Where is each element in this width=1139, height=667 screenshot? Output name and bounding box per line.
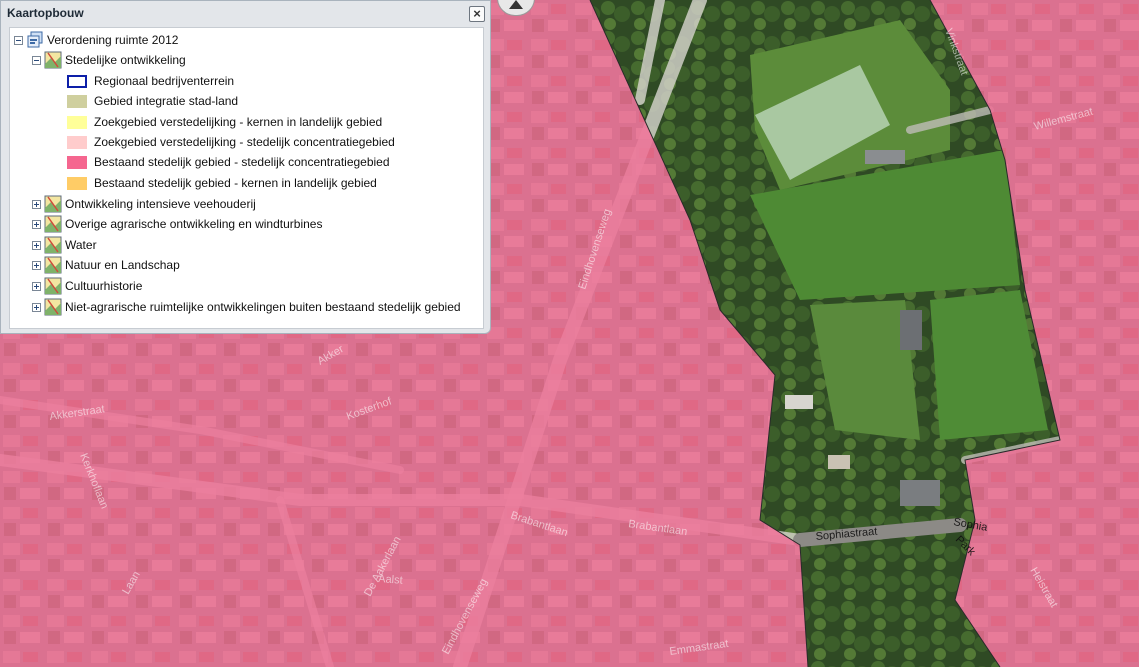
layer-overige-agrarische-ontwikkeling[interactable]: Overige agrarische ontwikkeling en windt… bbox=[32, 214, 322, 234]
legend-label: Bestaand stedelijk gebied - stedelijk co… bbox=[94, 155, 390, 169]
legend-label: Zoekgebied verstedelijking - kernen in l… bbox=[94, 115, 383, 129]
layer-map-icon bbox=[44, 256, 62, 274]
layer-ontwikkeling-intensieve-veehouderij[interactable]: Ontwikkeling intensieve veehouderij bbox=[32, 194, 256, 214]
close-button[interactable]: × bbox=[469, 6, 485, 22]
layer-stedelijke-ontwikkeling[interactable]: Stedelijke ontwikkeling bbox=[32, 50, 186, 70]
layer-label: Natuur en Landschap bbox=[65, 258, 180, 272]
layer-label: Ontwikkeling intensieve veehouderij bbox=[65, 197, 256, 211]
layer-label: Water bbox=[65, 238, 97, 252]
legend-item: Gebied integratie stad-land bbox=[67, 91, 238, 111]
expand-toggle-icon[interactable] bbox=[32, 260, 41, 270]
tree-root[interactable]: Verordening ruimte 2012 bbox=[14, 30, 178, 50]
arrow-up-icon bbox=[509, 0, 523, 9]
layer-niet-agrarische-ontwikkelingen[interactable]: Niet-agrarische ruimtelijke ontwikkeling… bbox=[32, 297, 461, 317]
layer-water[interactable]: Water bbox=[32, 235, 97, 255]
layer-panel: Kaartopbouw × Verordening ruimte 2012 St… bbox=[0, 0, 491, 334]
layer-map-icon bbox=[44, 236, 62, 254]
expand-toggle-icon[interactable] bbox=[32, 302, 41, 312]
legend-item: Bestaand stedelijk gebied - kernen in la… bbox=[67, 173, 377, 193]
layer-map-icon bbox=[44, 51, 62, 69]
expand-toggle-icon[interactable] bbox=[32, 240, 41, 250]
legend-item: Zoekgebied verstedelijking - kernen in l… bbox=[67, 112, 382, 132]
legend-swatch bbox=[67, 74, 87, 88]
panel-header: Kaartopbouw × bbox=[1, 1, 490, 27]
layer-label: Overige agrarische ontwikkeling en windt… bbox=[65, 217, 323, 231]
legend-swatch bbox=[67, 115, 87, 129]
legend-swatch bbox=[67, 176, 87, 190]
legend-label: Gebied integratie stad-land bbox=[94, 94, 239, 108]
layer-label: Stedelijke ontwikkeling bbox=[65, 53, 186, 67]
layer-map-icon bbox=[44, 298, 62, 316]
tree-root-label: Verordening ruimte 2012 bbox=[47, 33, 179, 47]
layer-label: Niet-agrarische ruimtelijke ontwikkeling… bbox=[65, 300, 461, 314]
legend-item: Regionaal bedrijventerrein bbox=[67, 71, 234, 91]
legend-swatch bbox=[67, 94, 87, 108]
layer-map-icon bbox=[44, 195, 62, 213]
collapse-toggle-icon[interactable] bbox=[32, 55, 41, 65]
legend-swatch bbox=[67, 135, 87, 149]
layer-label: Cultuurhistorie bbox=[65, 279, 143, 293]
expand-toggle-icon[interactable] bbox=[32, 199, 41, 209]
legend-label: Zoekgebied verstedelijking - stedelijk c… bbox=[94, 135, 395, 149]
layer-map-icon bbox=[44, 215, 62, 233]
legend-label: Regionaal bedrijventerrein bbox=[94, 74, 235, 88]
legend-swatch bbox=[67, 155, 87, 169]
layer-cultuurhistorie[interactable]: Cultuurhistorie bbox=[32, 276, 142, 296]
layer-map-icon bbox=[44, 277, 62, 295]
collapse-toggle-icon[interactable] bbox=[14, 35, 23, 45]
legend-label: Bestaand stedelijk gebied - kernen in la… bbox=[94, 176, 377, 190]
legend-item: Bestaand stedelijk gebied - stedelijk co… bbox=[67, 152, 390, 172]
layer-tree: Verordening ruimte 2012 Stedelijke ontwi… bbox=[9, 27, 484, 329]
legend-item: Zoekgebied verstedelijking - stedelijk c… bbox=[67, 132, 395, 152]
expand-toggle-icon[interactable] bbox=[32, 281, 41, 291]
panel-title: Kaartopbouw bbox=[7, 6, 84, 20]
layer-natuur-en-landschap[interactable]: Natuur en Landschap bbox=[32, 255, 180, 275]
expand-toggle-icon[interactable] bbox=[32, 219, 41, 229]
map-layers-icon bbox=[26, 31, 44, 49]
